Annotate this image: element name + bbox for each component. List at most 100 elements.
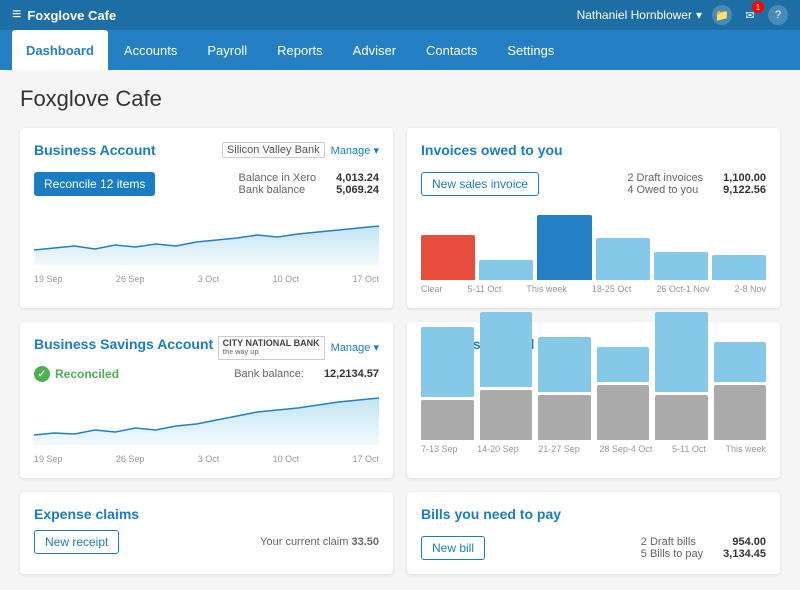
- sav-label-2: 26 Sep: [116, 454, 145, 464]
- cash-label-6: This week: [725, 444, 766, 454]
- current-claim-label: Your current claim: [260, 536, 348, 548]
- inv-label-3: This week: [526, 284, 567, 294]
- inv-label-6: 2-8 Nov: [734, 284, 766, 294]
- inv-label-1: Clear: [421, 284, 443, 294]
- chart-label-1: 19 Sep: [34, 274, 63, 284]
- user-name: Nathaniel Hornblower: [577, 8, 692, 22]
- nav-item-dashboard[interactable]: Dashboard: [12, 30, 108, 70]
- bank-balance-row: Bank balance 5,069.24: [239, 184, 380, 196]
- app-branding: ≡ Foxglove Cafe: [12, 6, 116, 24]
- cash-bar-4: [597, 347, 650, 440]
- top-bar-icons: 📁 ✉ 1 ?: [712, 5, 788, 25]
- savings-manage-btn[interactable]: Manage: [331, 341, 379, 354]
- draft-bills-value: 954.00: [732, 536, 766, 548]
- savings-bank-balance-row: Bank balance: 12,2134.57: [234, 368, 379, 380]
- owed-invoices-label: 4 Owed to you: [627, 184, 698, 196]
- sav-label-1: 19 Sep: [34, 454, 63, 464]
- bills-title: Bills you need to pay: [421, 506, 561, 522]
- savings-balance-info: Bank balance: 12,2134.57: [234, 368, 379, 380]
- inv-label-5: 26 Oct-1 Nov: [656, 284, 709, 294]
- sav-label-3: 3 Oct: [198, 454, 220, 464]
- invoices-card: Invoices owed to you New sales invoice 2…: [407, 128, 780, 308]
- nav-bar: Dashboard Accounts Payroll Reports Advis…: [0, 30, 800, 70]
- dashboard-grid: Business Account Silicon Valley Bank Man…: [20, 128, 780, 574]
- cash-in-out-card: Total cash in and out: [407, 322, 780, 478]
- owed-invoices-row: 4 Owed to you 9,122.56: [627, 184, 766, 196]
- draft-invoices-value: 1,100.00: [723, 172, 766, 184]
- balance-xero-row: Balance in Xero 4,013.24: [239, 172, 380, 184]
- expense-claims-title: Expense claims: [34, 506, 379, 522]
- app-logo-icon: ≡: [12, 6, 21, 24]
- nav-item-settings[interactable]: Settings: [493, 30, 568, 70]
- chart-label-4: 10 Oct: [273, 274, 300, 284]
- current-claim-info: Your current claim 33.50: [260, 536, 379, 548]
- draft-invoices-row: 2 Draft invoices 1,100.00: [627, 172, 766, 184]
- cash-bar-3: [538, 337, 591, 440]
- business-account-chart: [34, 210, 379, 270]
- nav-item-payroll[interactable]: Payroll: [193, 30, 261, 70]
- owed-invoices-value: 9,122.56: [723, 184, 766, 196]
- nav-item-accounts[interactable]: Accounts: [110, 30, 191, 70]
- reconciled-status: ✓ Reconciled: [34, 366, 119, 382]
- chart-label-3: 3 Oct: [198, 274, 220, 284]
- sav-label-4: 10 Oct: [273, 454, 300, 464]
- new-bill-button[interactable]: New bill: [421, 536, 485, 560]
- page-title: Foxglove Cafe: [20, 86, 780, 112]
- expense-claims-card: Expense claims New receipt Your current …: [20, 492, 393, 574]
- folder-icon[interactable]: 📁: [712, 5, 732, 25]
- invoices-header: Invoices owed to you: [421, 142, 766, 166]
- cash-label-2: 14-20 Sep: [477, 444, 519, 454]
- chevron-down-icon: ▾: [696, 8, 702, 22]
- bills-card: Bills you need to pay New bill 2 Draft b…: [407, 492, 780, 574]
- inv-label-4: 18-25 Oct: [592, 284, 632, 294]
- invoices-title: Invoices owed to you: [421, 142, 563, 158]
- chart-label-2: 26 Sep: [116, 274, 145, 284]
- cash-in-out-chart: [421, 360, 766, 440]
- business-account-header: Business Account Silicon Valley Bank Man…: [34, 142, 379, 166]
- cash-label-1: 7-13 Sep: [421, 444, 458, 454]
- nav-item-contacts[interactable]: Contacts: [412, 30, 491, 70]
- savings-bank-balance-label: Bank balance:: [234, 368, 304, 380]
- business-account-chart-labels: 19 Sep 26 Sep 3 Oct 10 Oct 17 Oct: [34, 274, 379, 284]
- cash-label-5: 5-11 Oct: [672, 444, 706, 454]
- reconcile-button[interactable]: Reconcile 12 items: [34, 172, 155, 196]
- expense-claims-bottom: New receipt Your current claim 33.50: [34, 530, 379, 554]
- invoice-bar-6: [712, 255, 766, 280]
- new-receipt-button[interactable]: New receipt: [34, 530, 119, 554]
- bank-balance-value: 5,069.24: [336, 184, 379, 196]
- invoices-chart-labels: Clear 5-11 Oct This week 18-25 Oct 26 Oc…: [421, 284, 766, 294]
- invoice-bar-4: [596, 238, 650, 280]
- app-name: Foxglove Cafe: [27, 8, 116, 23]
- business-account-card: Business Account Silicon Valley Bank Man…: [20, 128, 393, 308]
- invoice-bar-3: [537, 215, 591, 280]
- new-invoice-button[interactable]: New sales invoice: [421, 172, 539, 196]
- cash-bar-1: [421, 327, 474, 440]
- savings-line-chart: [34, 390, 379, 445]
- check-icon: ✓: [34, 366, 50, 382]
- mail-icon[interactable]: ✉ 1: [740, 5, 760, 25]
- cash-chart-labels: 7-13 Sep 14-20 Sep 21-27 Sep 28 Sep-4 Oc…: [421, 444, 766, 454]
- cash-bar-5: [655, 312, 708, 440]
- chart-label-5: 17 Oct: [352, 274, 379, 284]
- bank-balance-label: Bank balance: [239, 184, 306, 196]
- nav-item-adviser[interactable]: Adviser: [339, 30, 410, 70]
- page-content: Foxglove Cafe Business Account Silicon V…: [0, 70, 800, 590]
- bills-stats: 2 Draft bills 954.00 5 Bills to pay 3,13…: [641, 536, 766, 560]
- draft-invoices-label: 2 Draft invoices: [627, 172, 703, 184]
- savings-account-title: Business Savings Account: [34, 336, 213, 352]
- savings-account-header: Business Savings Account CITY NATIONAL B…: [34, 336, 379, 360]
- invoices-bar-chart: [421, 210, 766, 280]
- nav-item-reports[interactable]: Reports: [263, 30, 337, 70]
- user-menu[interactable]: Nathaniel Hornblower ▾: [577, 8, 702, 22]
- bills-to-pay-row: 5 Bills to pay 3,134.45: [641, 548, 766, 560]
- savings-account-bank-info: CITY NATIONAL BANK the way up Manage: [218, 336, 379, 360]
- business-account-bank-name: Silicon Valley Bank: [222, 142, 325, 158]
- business-account-manage[interactable]: Manage: [331, 144, 379, 157]
- cash-bar-2: [480, 312, 533, 440]
- savings-bank-balance-value: 12,2134.57: [324, 368, 379, 380]
- help-icon[interactable]: ?: [768, 5, 788, 25]
- bills-header: Bills you need to pay: [421, 506, 766, 530]
- balance-xero-label: Balance in Xero: [239, 172, 317, 184]
- invoice-bar-1: [421, 235, 475, 280]
- savings-chart-labels: 19 Sep 26 Sep 3 Oct 10 Oct 17 Oct: [34, 454, 379, 464]
